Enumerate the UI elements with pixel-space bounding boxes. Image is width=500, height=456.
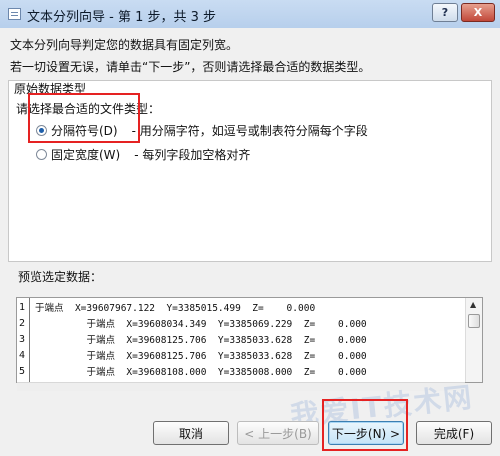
title-bar: 文本分列向导 - 第 1 步，共 3 步 ? X — [0, 0, 500, 28]
row-number: 5 — [19, 366, 26, 377]
close-button[interactable]: X — [461, 3, 495, 22]
text-import-wizard-window: 文本分列向导 - 第 1 步，共 3 步 ? X 文本分列向导判定您的数据具有固… — [0, 0, 500, 456]
help-button[interactable]: ? — [432, 3, 458, 22]
row-number: 1 — [19, 302, 26, 313]
preview-row: 于端点 X=39608125.706 Y=3385033.628 Z= 0.00… — [35, 335, 367, 346]
scroll-thumb[interactable] — [468, 314, 480, 328]
preview-vertical-scrollbar[interactable]: ▲ — [465, 298, 482, 382]
row-number: 4 — [19, 350, 26, 361]
intro-line-2: 若一切设置无误，请单击“下一步”，否则请选择最合适的数据类型。 — [10, 60, 371, 74]
window-icon — [8, 8, 21, 20]
highlight-box-next — [322, 399, 408, 451]
scroll-up-arrow-icon[interactable]: ▲ — [470, 300, 476, 309]
preview-label: 预览选定数据： — [18, 270, 103, 284]
cancel-button[interactable]: 取消 — [153, 421, 229, 445]
window-title: 文本分列向导 - 第 1 步，共 3 步 — [27, 10, 217, 25]
preview-row: 于端点 X=39608034.349 Y=3385069.229 Z= 0.00… — [35, 319, 367, 330]
row-number-column: 1 2 3 4 5 — [17, 298, 30, 382]
option-fixed-width[interactable]: 固定宽度(W) - 每列字段加空格对齐 — [36, 146, 250, 163]
row-number: 3 — [19, 334, 26, 345]
row-number: 2 — [19, 318, 26, 329]
finish-button[interactable]: 完成(F) — [416, 421, 492, 445]
radio-fixed-width[interactable] — [36, 149, 47, 160]
preview-row: 于端点 X=39607967.122 Y=3385015.499 Z= 0.00… — [35, 303, 316, 314]
fixed-width-label[interactable]: 固定宽度(W) — [51, 146, 120, 163]
data-preview: 1 2 3 4 5 于端点 X=39607967.122 Y=3385015.4… — [16, 297, 483, 383]
preview-row: 于端点 X=39608125.706 Y=3385033.628 Z= 0.00… — [35, 351, 367, 362]
intro-line-1: 文本分列向导判定您的数据具有固定列宽。 — [10, 38, 239, 52]
fixed-width-description: - 每列字段加空格对齐 — [134, 148, 251, 162]
delimited-description: - 用分隔字符，如逗号或制表符分隔每个字段 — [131, 124, 368, 138]
preview-row: 于端点 X=39608108.000 Y=3385008.000 Z= 0.00… — [35, 367, 367, 378]
back-button[interactable]: < 上一步(B) — [237, 421, 319, 445]
highlight-box-delimited — [28, 93, 140, 143]
